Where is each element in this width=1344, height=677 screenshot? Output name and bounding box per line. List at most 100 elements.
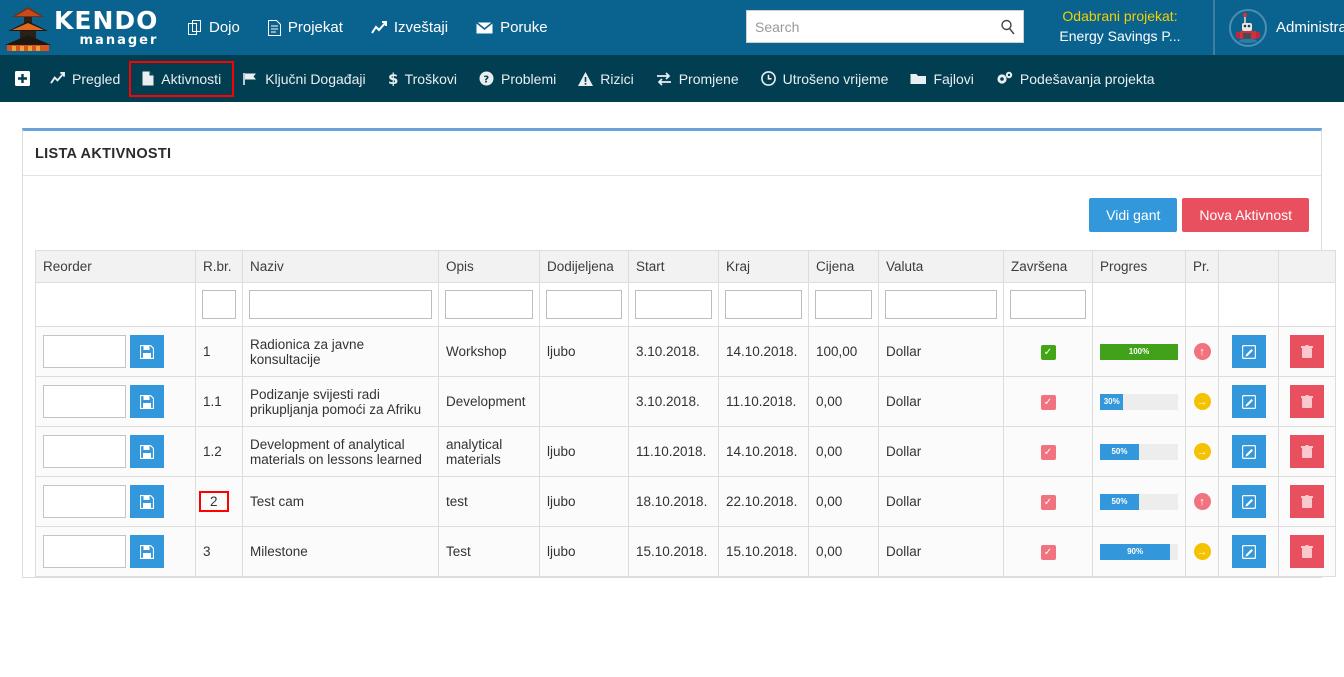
filter-cell-valuta[interactable]	[878, 282, 1004, 327]
subnav-item-utroseno-vrijeme[interactable]: Utrošeno vrijeme	[750, 66, 900, 92]
cell-rbr: 1	[195, 326, 243, 377]
column-header-pr[interactable]: Pr.	[1185, 250, 1219, 283]
selected-project[interactable]: Odabrani projekat: Energy Savings P...	[1040, 6, 1200, 47]
subnav-item-fajlovi[interactable]: Fajlovi	[899, 66, 984, 92]
filter-input-cijena[interactable]	[815, 290, 872, 319]
subnav-item-troskovi[interactable]: $ Troškovi	[377, 66, 468, 92]
save-order-button[interactable]	[130, 435, 164, 468]
edit-row-button[interactable]	[1231, 385, 1266, 418]
reorder-input[interactable]	[43, 335, 126, 368]
column-header-cijena[interactable]: Cijena	[808, 250, 879, 283]
save-order-button[interactable]	[130, 385, 164, 418]
edit-row-button[interactable]	[1231, 485, 1266, 518]
arrow-up-circle-icon[interactable]: ↑	[1193, 493, 1211, 511]
edit-row-button[interactable]	[1231, 435, 1266, 468]
column-header-kraj[interactable]: Kraj	[718, 250, 809, 283]
column-header-dodijeljena[interactable]: Dodijeljena	[539, 250, 629, 283]
subnav-item-rizici-label: Rizici	[600, 70, 634, 87]
cell-kraj: 15.10.2018.	[718, 526, 809, 577]
arrow-right-circle-icon[interactable]: →	[1193, 543, 1211, 561]
filter-input-kraj[interactable]	[725, 290, 802, 319]
subnav-item-pregled[interactable]: Pregled	[39, 66, 131, 92]
delete-row-button[interactable]	[1290, 385, 1324, 418]
user-menu[interactable]: Administrat	[1213, 0, 1344, 55]
cell-valuta: Dollar	[878, 376, 1004, 427]
save-order-button[interactable]	[130, 535, 164, 568]
nav-item-dojo[interactable]: Dojo	[174, 13, 254, 42]
filter-input-valuta[interactable]	[885, 290, 997, 319]
completed-checkbox[interactable]: ✓	[1040, 545, 1056, 561]
completed-checkbox[interactable]: ✓	[1040, 495, 1056, 511]
subnav-item-kljucni-dogadjaji[interactable]: Ključni Događaji	[232, 66, 376, 92]
new-activity-button[interactable]: Nova Aktivnost	[1182, 198, 1309, 232]
completed-checkbox[interactable]: ✓	[1040, 395, 1056, 411]
completed-checkbox[interactable]: ✓	[1040, 345, 1056, 361]
filter-cell-zavrsena[interactable]	[1003, 282, 1093, 327]
filter-input-rbr[interactable]	[202, 290, 236, 319]
filter-input-dodijeljena[interactable]	[546, 290, 622, 319]
arrow-right-circle-icon[interactable]: →	[1193, 393, 1211, 411]
cell-dodijeljena: ljubo	[539, 426, 629, 477]
activities-table: Reorder R.br. Naziv Opis Dodijeljena Sta…	[35, 250, 1336, 577]
filter-cell-cijena[interactable]	[808, 282, 879, 327]
delete-row-button[interactable]	[1290, 335, 1324, 368]
table-row: 1.1 Podizanje svijesti radi prikupljanja…	[35, 376, 1336, 427]
delete-row-button[interactable]	[1290, 535, 1324, 568]
filter-input-opis[interactable]	[445, 290, 533, 319]
nav-item-poruke[interactable]: Poruke	[462, 13, 562, 42]
save-order-button[interactable]	[130, 485, 164, 518]
column-header-zavrsena[interactable]: Završena	[1003, 250, 1093, 283]
subnav-item-problemi[interactable]: ? Problemi	[468, 66, 567, 92]
search-box[interactable]	[746, 10, 1024, 43]
cell-progres: 90%	[1092, 526, 1186, 577]
edit-row-button[interactable]	[1231, 335, 1266, 368]
reorder-input[interactable]	[43, 435, 126, 468]
column-header-delete	[1278, 250, 1336, 283]
search-button[interactable]	[993, 11, 1023, 42]
completed-checkbox[interactable]: ✓	[1040, 445, 1056, 461]
subnav-item-aktivnosti[interactable]: Aktivnosti	[129, 60, 235, 97]
column-header-naziv[interactable]: Naziv	[242, 250, 439, 283]
column-header-opis[interactable]: Opis	[438, 250, 540, 283]
delete-row-button[interactable]	[1290, 435, 1324, 468]
arrow-right-circle-icon[interactable]: →	[1193, 443, 1211, 461]
rbr-value-highlighted[interactable]: 2	[199, 491, 229, 512]
view-gantt-button[interactable]: Vidi gant	[1089, 198, 1178, 232]
save-order-button[interactable]	[130, 335, 164, 368]
column-header-valuta[interactable]: Valuta	[878, 250, 1004, 283]
filter-cell-rbr[interactable]	[195, 282, 243, 327]
arrow-up-circle-icon[interactable]: ↑	[1193, 343, 1211, 361]
cell-kraj: 11.10.2018.	[718, 376, 809, 427]
cell-cijena: 0,00	[808, 476, 879, 527]
column-header-reorder[interactable]: Reorder	[35, 250, 196, 283]
filter-input-naziv[interactable]	[249, 290, 432, 319]
filter-cell-kraj[interactable]	[718, 282, 809, 327]
nav-item-izvestaji[interactable]: Izveštaji	[357, 13, 462, 42]
filter-input-zavrsena[interactable]	[1010, 290, 1086, 319]
nav-item-projekat[interactable]: Projekat	[254, 13, 357, 42]
filter-cell-dodijeljena[interactable]	[539, 282, 629, 327]
reorder-input[interactable]	[43, 485, 126, 518]
subnav-item-pregled-label: Pregled	[72, 70, 121, 87]
delete-row-button[interactable]	[1290, 485, 1324, 518]
reorder-input[interactable]	[43, 535, 126, 568]
app-logo[interactable]: KENDO manager	[0, 0, 160, 55]
search-input[interactable]	[747, 12, 993, 41]
subnav-item-rizici[interactable]: Rizici	[567, 66, 644, 92]
filter-cell-opis[interactable]	[438, 282, 540, 327]
column-header-progres[interactable]: Progres	[1092, 250, 1186, 283]
filter-cell-naziv[interactable]	[242, 282, 439, 327]
filter-input-start[interactable]	[635, 290, 712, 319]
filter-cell-start[interactable]	[628, 282, 719, 327]
reorder-input[interactable]	[43, 385, 126, 418]
chart-line-icon	[50, 72, 65, 85]
subnav-item-promjene[interactable]: Promjene	[645, 66, 750, 92]
edit-row-button[interactable]	[1231, 535, 1266, 568]
warning-triangle-icon	[578, 71, 594, 86]
column-header-start[interactable]: Start	[628, 250, 719, 283]
subnav-item-aktivnosti-label: Aktivnosti	[161, 70, 222, 87]
subnav-item-podesavanja-projekta[interactable]: Podešavanja projekta	[985, 66, 1166, 92]
column-header-rbr[interactable]: R.br.	[195, 250, 243, 283]
subnav-add-button[interactable]	[6, 66, 39, 91]
progress-bar: 90%	[1100, 543, 1178, 560]
